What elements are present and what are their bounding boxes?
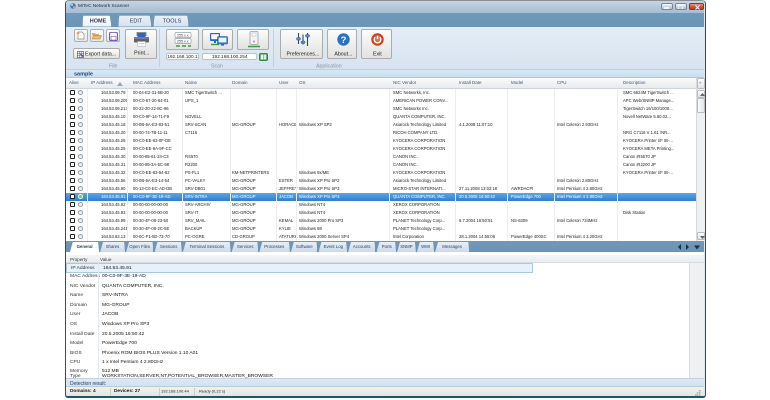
svg-text:255.x.x: 255.x.x: [177, 39, 189, 43]
svg-text:?: ?: [340, 34, 346, 45]
svg-text:255.x.x: 255.x.x: [177, 33, 189, 37]
